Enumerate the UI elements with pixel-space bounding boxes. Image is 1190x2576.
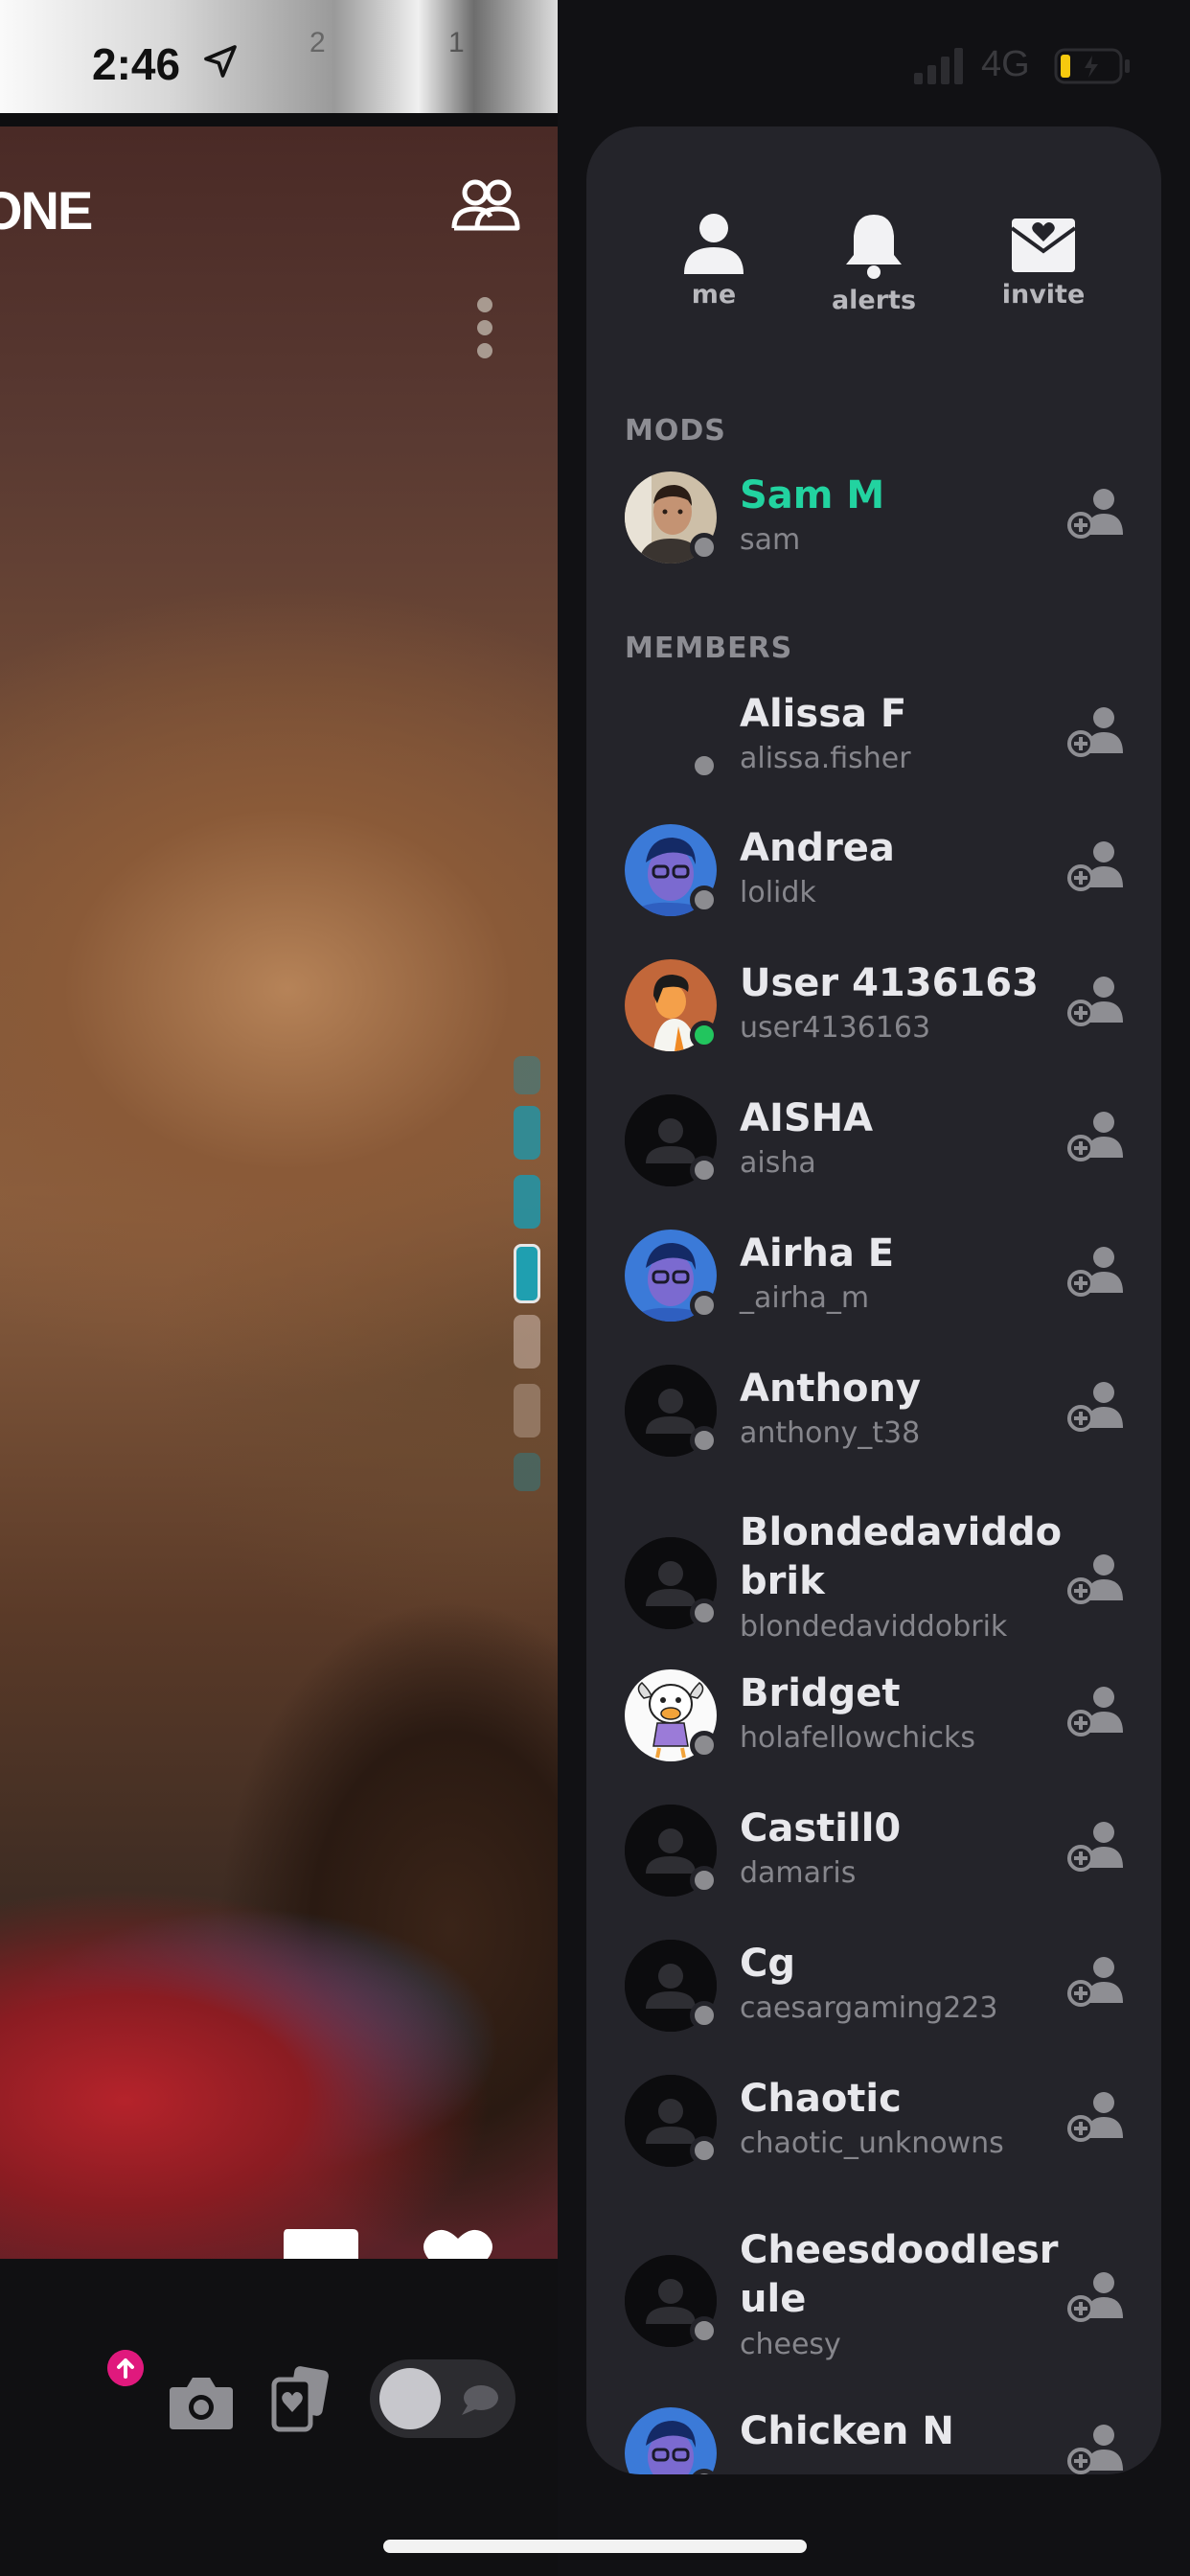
tab-label: alerts <box>831 286 917 315</box>
member-name: AISHA <box>740 1096 874 1140</box>
members-section-title: MEMBERS <box>625 632 793 665</box>
comment-icon[interactable] <box>280 2225 360 2259</box>
mods-section-title: MODS <box>625 414 726 448</box>
camera-icon[interactable] <box>168 2372 235 2431</box>
avatar <box>625 2407 717 2474</box>
member-handle: caesargaming223 <box>740 1991 998 2025</box>
member-handle: alissa.fisher <box>740 742 911 775</box>
member-handle: chaotic_unknowns <box>740 2127 1004 2160</box>
tab-label: me <box>691 280 737 310</box>
presence-indicator <box>690 1598 719 1627</box>
battery-icon <box>1054 48 1130 84</box>
status-bar-right: 4G <box>901 38 1150 96</box>
member-name: Cg <box>740 1942 795 1986</box>
video-pane: 2:46 2 1 ONE <box>0 0 558 2576</box>
toggle-knob[interactable] <box>379 2368 441 2429</box>
heart-icon[interactable] <box>422 2225 494 2259</box>
add-friend-icon[interactable] <box>1065 2270 1125 2324</box>
network-type: 4G <box>981 44 1030 84</box>
video-player[interactable]: ONE 0 0 <box>0 126 558 2259</box>
member-name: Chaotic <box>740 2077 902 2121</box>
member-name: ule <box>740 2277 807 2321</box>
presence-indicator <box>690 2316 719 2345</box>
member-name: Chicken N <box>740 2409 954 2453</box>
thumbnail-count-label: 1 <box>448 27 465 58</box>
thumbnail-count-label: 2 <box>309 27 326 58</box>
member-name: Anthony <box>740 1367 922 1411</box>
presence-indicator <box>690 1291 719 1320</box>
add-friend-icon[interactable] <box>1065 1245 1125 1299</box>
tab-me[interactable]: me <box>642 213 786 310</box>
brand-logo-text: ONE <box>0 180 93 241</box>
member-handle: holafellowchicks <box>740 1721 976 1755</box>
member-name: Blondedaviddo <box>740 1510 1063 1554</box>
add-friend-icon[interactable] <box>1065 975 1125 1028</box>
presence-indicator <box>690 1156 719 1184</box>
chat-bubble-icon <box>462 2385 498 2415</box>
add-friend-icon[interactable] <box>1065 2423 1125 2474</box>
add-friend-icon[interactable] <box>1065 1110 1125 1163</box>
presence-indicator <box>690 533 719 562</box>
members-panel: me alerts invite MODS Sam M sam MEMBERS … <box>586 126 1161 2474</box>
upload-arrow-icon[interactable] <box>107 2350 144 2386</box>
member-name: Sam M <box>740 473 885 518</box>
presence-indicator <box>690 1426 719 1455</box>
status-time: 2:46 <box>92 39 181 89</box>
add-friend-icon[interactable] <box>1065 1685 1125 1738</box>
member-name: brik <box>740 1559 825 1603</box>
add-friend-icon[interactable] <box>1065 705 1125 759</box>
member-handle: anthony_t38 <box>740 1416 921 1450</box>
envelope-heart-icon <box>1010 218 1077 272</box>
presence-indicator <box>690 886 719 914</box>
composer-bar <box>0 2259 558 2576</box>
thumbnail-strip[interactable]: 2:46 2 1 <box>0 0 558 113</box>
bell-icon <box>846 215 902 279</box>
member-name: Castill0 <box>740 1806 902 1851</box>
add-friend-icon[interactable] <box>1065 1552 1125 1606</box>
location-arrow-icon <box>204 45 237 78</box>
member-handle: sam <box>740 523 801 557</box>
presence-indicator <box>690 1866 719 1895</box>
cellular-signal-icon <box>914 48 963 84</box>
add-friend-icon[interactable] <box>1065 2090 1125 2144</box>
more-options-icon[interactable] <box>473 295 496 362</box>
camera-chat-toggle[interactable] <box>370 2359 515 2438</box>
member-name: Alissa F <box>740 692 907 736</box>
add-friend-icon[interactable] <box>1065 1955 1125 2009</box>
add-friend-icon[interactable] <box>1065 1820 1125 1874</box>
tab-alerts[interactable]: alerts <box>802 213 946 315</box>
member-handle: blondedaviddobrik <box>740 1610 1008 1644</box>
tab-invite[interactable]: invite <box>972 213 1115 310</box>
story-progress-indicator <box>512 1056 544 1554</box>
add-friend-icon[interactable] <box>1065 1380 1125 1434</box>
add-friend-icon[interactable] <box>1065 840 1125 893</box>
member-handle: cheesy <box>740 2328 841 2361</box>
add-friend-icon[interactable] <box>1065 487 1125 540</box>
home-indicator <box>383 2540 807 2553</box>
presence-indicator <box>690 751 719 780</box>
person-icon <box>684 214 744 274</box>
member-handle: damaris <box>740 1856 857 1890</box>
tab-label: invite <box>1001 280 1086 310</box>
member-name: Cheesdoodlesr <box>740 2228 1059 2272</box>
member-handle: user4136163 <box>740 1011 931 1045</box>
member-name: User 4136163 <box>740 961 1039 1005</box>
presence-indicator <box>690 2001 719 2030</box>
member-name: Bridget <box>740 1671 901 1715</box>
member-name: Airha E <box>740 1231 895 1276</box>
member-handle: _airha_m <box>740 1281 870 1315</box>
presence-indicator <box>690 1021 719 1049</box>
members-icon[interactable] <box>450 176 521 234</box>
member-handle: aisha <box>740 1146 816 1180</box>
presence-indicator <box>690 2136 719 2165</box>
cards-icon[interactable] <box>270 2366 330 2433</box>
presence-indicator <box>690 1731 719 1760</box>
member-name: Andrea <box>740 826 895 870</box>
member-handle: lolidk <box>740 876 816 909</box>
